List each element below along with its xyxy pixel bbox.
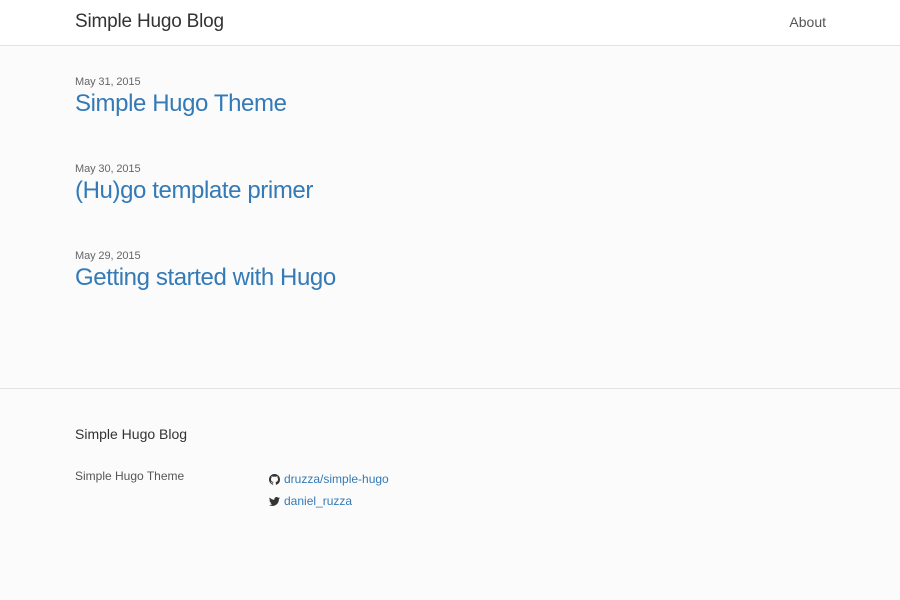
post-date: May 29, 2015 <box>75 250 141 262</box>
post-item: May 31, 2015 Simple Hugo Theme <box>75 76 287 118</box>
page: Simple Hugo Blog About May 31, 2015 Simp… <box>0 0 900 600</box>
footer-description: Simple Hugo Theme <box>75 469 185 483</box>
site-header: Simple Hugo Blog About <box>0 0 900 46</box>
twitter-icon <box>269 496 280 507</box>
twitter-link[interactable]: daniel_ruzza <box>284 494 352 508</box>
footer-social-links: druzza/simple-hugo daniel_ruzza <box>269 468 389 512</box>
footer-title: Simple Hugo Blog <box>75 426 188 442</box>
footer-link-item: daniel_ruzza <box>269 490 389 512</box>
post-title-link[interactable]: Getting started with Hugo <box>75 264 336 292</box>
post-item: May 30, 2015 (Hu)go template primer <box>75 163 313 205</box>
post-date: May 31, 2015 <box>75 76 141 88</box>
post-date: May 30, 2015 <box>75 163 141 175</box>
site-brand-link[interactable]: Simple Hugo Blog <box>75 11 224 33</box>
github-icon <box>269 473 280 485</box>
footer-link-item: druzza/simple-hugo <box>269 468 389 490</box>
github-link[interactable]: druzza/simple-hugo <box>284 472 389 486</box>
nav-about-link[interactable]: About <box>789 14 826 30</box>
post-title-link[interactable]: (Hu)go template primer <box>75 177 313 205</box>
site-footer: Simple Hugo Blog Simple Hugo Theme druzz… <box>0 388 900 600</box>
post-title-link[interactable]: Simple Hugo Theme <box>75 90 287 118</box>
post-item: May 29, 2015 Getting started with Hugo <box>75 250 336 292</box>
